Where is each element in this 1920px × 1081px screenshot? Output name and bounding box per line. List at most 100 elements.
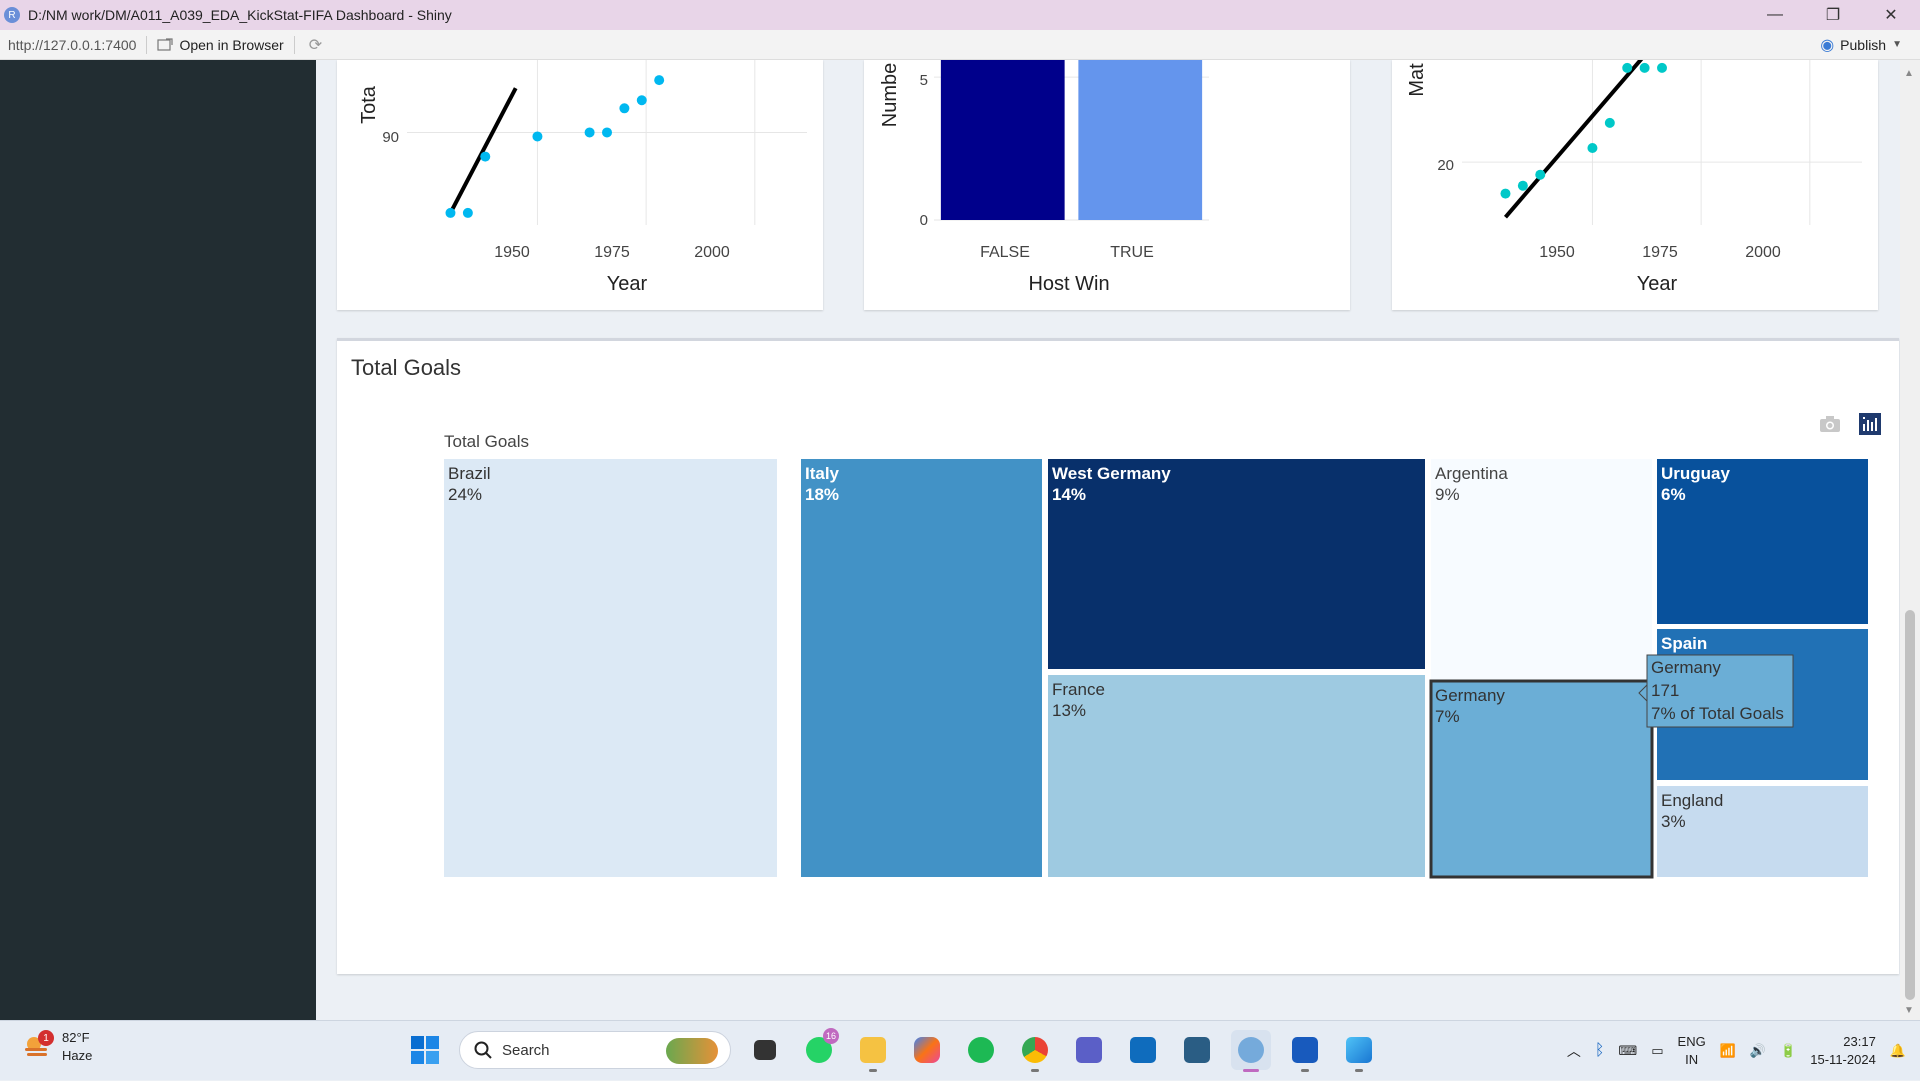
scroll-down-icon[interactable]: ▼ [1904, 1005, 1914, 1016]
volume-icon[interactable]: 🔊 [1750, 1043, 1766, 1059]
treemap-tile [1429, 679, 1654, 879]
start-button[interactable] [405, 1030, 445, 1070]
treemap-tile-label: Germany [1435, 686, 1505, 705]
dashboard-body: 90 1950 1975 2000 Year Tota 5 0 FALSE TR… [316, 60, 1900, 1020]
total-goals-treemap[interactable]: Total Goals Brazil 24% Italy 18% West German… [337, 341, 1899, 977]
teams-icon[interactable] [1069, 1030, 1109, 1070]
host-win-bar-chart[interactable]: 5 0 FALSE TRUE Host Win Numbe [864, 60, 1350, 310]
search-highlight-icon [666, 1038, 718, 1064]
wifi-icon[interactable]: 📶 [1720, 1043, 1736, 1059]
scatter-point [532, 131, 543, 142]
weather-widget[interactable]: 1 82°F Haze [22, 1029, 92, 1065]
scatter-point [462, 207, 473, 218]
treemap-tile-label: Italy [805, 464, 840, 483]
mysql-workbench-icon[interactable] [1177, 1030, 1217, 1070]
window-title: D:/NM work/DM/A011_A039_EDA_KickStat-FIF… [28, 7, 452, 23]
keyboard-icon[interactable]: ⌨ [1618, 1043, 1637, 1059]
close-button[interactable]: ✕ [1862, 0, 1920, 30]
treemap-tile [1431, 459, 1652, 695]
display-icon[interactable]: ▭ [1651, 1043, 1663, 1059]
search-icon [474, 1041, 492, 1059]
notification-bell-icon[interactable]: 🔔 [1890, 1043, 1906, 1059]
y-axis-title: Mat [1406, 63, 1428, 97]
publish-icon: ◉ [1820, 36, 1835, 54]
windows-logo-icon [411, 1036, 439, 1064]
taskbar-search-box[interactable]: Search [459, 1031, 731, 1069]
photos-icon[interactable] [1339, 1030, 1379, 1072]
treemap-tile-percent: 18% [805, 485, 839, 504]
region-code: IN [1685, 1052, 1699, 1067]
tooltip-line: 171 [1651, 681, 1679, 700]
scatter-point [480, 151, 491, 162]
chevron-down-icon[interactable]: ▼ [1892, 39, 1902, 50]
treemap-tile-label: England [1661, 791, 1723, 810]
x-tick-label: 2000 [694, 244, 730, 261]
copilot-icon[interactable] [907, 1030, 947, 1070]
url-display[interactable]: http://127.0.0.1:7400 [8, 37, 136, 53]
chrome-icon[interactable] [1015, 1030, 1055, 1072]
x-tick-label: 1950 [1539, 244, 1575, 261]
scrollbar-thumb[interactable] [1905, 610, 1915, 1000]
system-clock[interactable]: 23:17 15-11-2024 [1810, 1033, 1876, 1069]
clock-time: 23:17 [1843, 1034, 1876, 1049]
open-in-browser-button[interactable]: Open in Browser [157, 36, 284, 53]
total-goals-scatter-chart[interactable]: 90 1950 1975 2000 Year Tota [337, 60, 823, 310]
x-tick-label: 2000 [1745, 244, 1781, 261]
toolbar-divider [293, 35, 295, 54]
bar [940, 60, 1065, 220]
total-goals-by-year-card: 90 1950 1975 2000 Year Tota [337, 60, 823, 310]
spotify-icon[interactable] [961, 1030, 1001, 1070]
language-indicator[interactable]: ENG IN [1678, 1033, 1706, 1069]
file-explorer-icon[interactable] [853, 1030, 893, 1072]
hover-tooltip: Germany 171 7% of Total Goals [1638, 654, 1794, 728]
trend-line [448, 87, 518, 214]
window-titlebar: R D:/NM work/DM/A011_A039_EDA_KickStat-F… [0, 0, 1920, 30]
open-in-browser-label: Open in Browser [179, 36, 284, 53]
y-tick-label: 0 [920, 212, 928, 229]
host-win-card: 5 0 FALSE TRUE Host Win Numbe [864, 60, 1350, 310]
scatter-point [1622, 62, 1633, 73]
maximize-button[interactable]: ❐ [1804, 0, 1862, 30]
y-tick-label: 20 [1437, 157, 1454, 174]
bluetooth-icon[interactable]: ᛒ [1595, 1042, 1605, 1060]
whatsapp-icon[interactable]: 16 [799, 1028, 839, 1070]
tooltip-line: 7% of Total Goals [1651, 704, 1784, 723]
refresh-icon[interactable]: ⟳ [309, 35, 322, 55]
y-tick-label: 5 [920, 72, 928, 89]
rstudio-icon[interactable] [1231, 1030, 1271, 1072]
treemap-tile-percent: 7% [1435, 707, 1460, 726]
battery-icon[interactable]: 🔋 [1780, 1043, 1796, 1059]
page-scrollbar[interactable]: ▲ ▼ [1900, 60, 1920, 1020]
matches-by-year-card: 20 1950 1975 2000 Year Mat [1392, 60, 1878, 310]
treemap-tile-percent: 9% [1435, 485, 1460, 504]
language-code: ENG [1677, 1034, 1706, 1049]
trend-line [1503, 60, 1644, 219]
scroll-up-icon[interactable]: ▲ [1904, 68, 1914, 79]
treemap-tile [444, 459, 777, 877]
treemap-tile-label: Uruguay [1661, 464, 1731, 483]
weather-alert-badge: 1 [38, 1030, 54, 1046]
rstudio-app-icon: R [4, 7, 20, 23]
publish-button[interactable]: ◉ Publish ▼ [1820, 35, 1902, 55]
x-axis-title: Host Win [1028, 273, 1109, 295]
scatter-point [1517, 180, 1528, 191]
chevron-up-icon[interactable]: ︿ [1567, 1041, 1581, 1061]
word-icon[interactable] [1285, 1030, 1325, 1072]
scatter-point [1587, 143, 1598, 153]
treemap-tile [1657, 459, 1868, 624]
scatter-point [584, 127, 595, 138]
y-axis-title: Numbe [879, 63, 901, 127]
task-view-icon[interactable] [745, 1030, 785, 1070]
treemap-tile-label: Argentina [1435, 464, 1508, 483]
x-axis-title: Year [607, 273, 648, 295]
y-tick-label: 90 [382, 129, 399, 146]
outlook-icon[interactable] [1123, 1030, 1163, 1070]
treemap-tile-label: Brazil [448, 464, 491, 483]
x-tick-label: FALSE [980, 244, 1030, 261]
x-axis-title: Year [1637, 273, 1678, 295]
minimize-button[interactable]: — [1746, 0, 1804, 30]
matches-scatter-chart[interactable]: 20 1950 1975 2000 Year Mat [1392, 60, 1878, 310]
treemap-tile-percent: 13% [1052, 701, 1086, 720]
treemap-tile-label: West Germany [1052, 464, 1171, 483]
scatter-point [619, 103, 630, 114]
